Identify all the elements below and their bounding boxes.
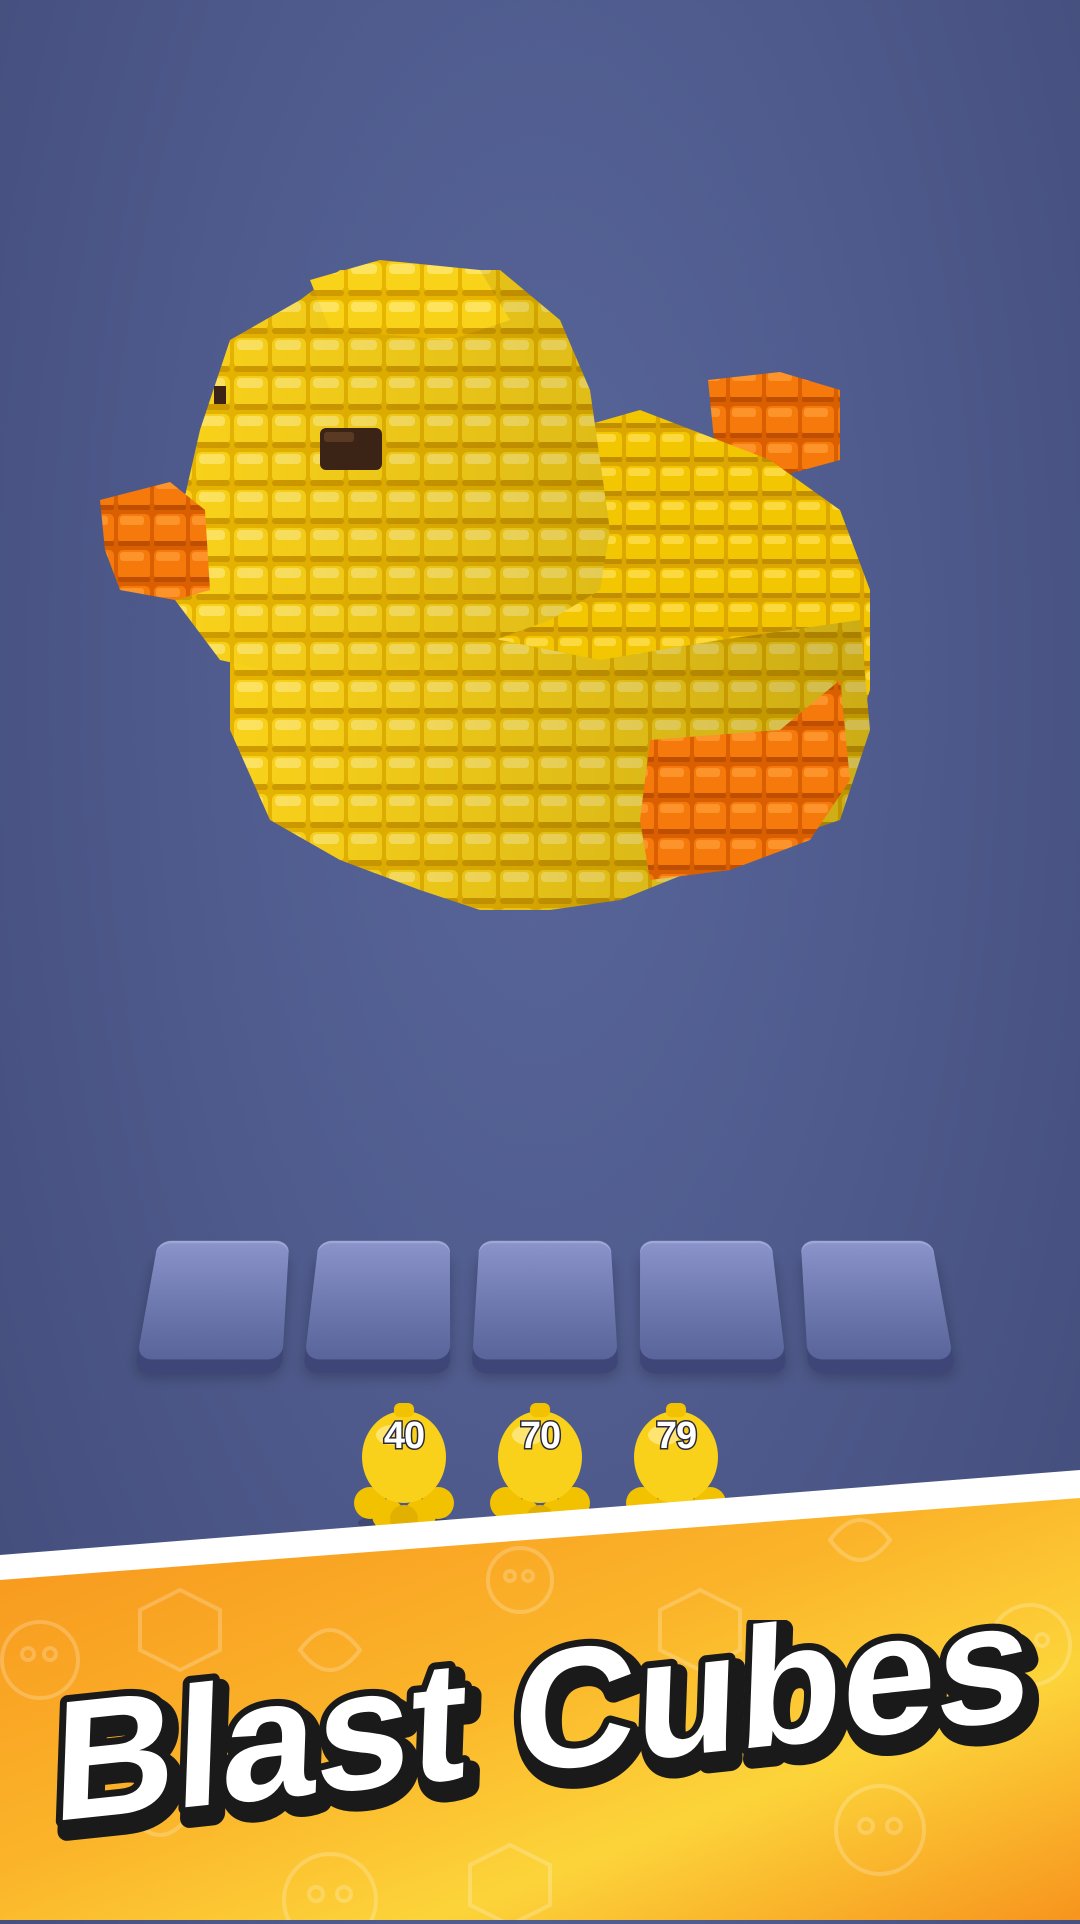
slot-1[interactable] xyxy=(136,1240,290,1360)
slot-tray xyxy=(0,1230,1080,1410)
game-scene: 40 70 79 Blast Cubes Blast Cubes xyxy=(0,0,1080,1924)
shooter-count: 79 xyxy=(654,1414,698,1459)
slot-4[interactable] xyxy=(639,1240,786,1360)
shooter-count: 70 xyxy=(518,1414,562,1459)
shooter-count: 40 xyxy=(382,1414,426,1459)
slot-2[interactable] xyxy=(304,1240,451,1360)
head xyxy=(175,260,610,680)
banner-title: Blast Cubes Blast Cubes xyxy=(0,1557,1080,1879)
slot-3[interactable] xyxy=(472,1240,618,1360)
title-svg: Blast Cubes Blast Cubes xyxy=(43,1557,1050,1879)
duck-voxel-icon xyxy=(100,260,870,910)
slot-5[interactable] xyxy=(800,1240,954,1360)
voxel-duck-model[interactable] xyxy=(80,260,1000,1080)
